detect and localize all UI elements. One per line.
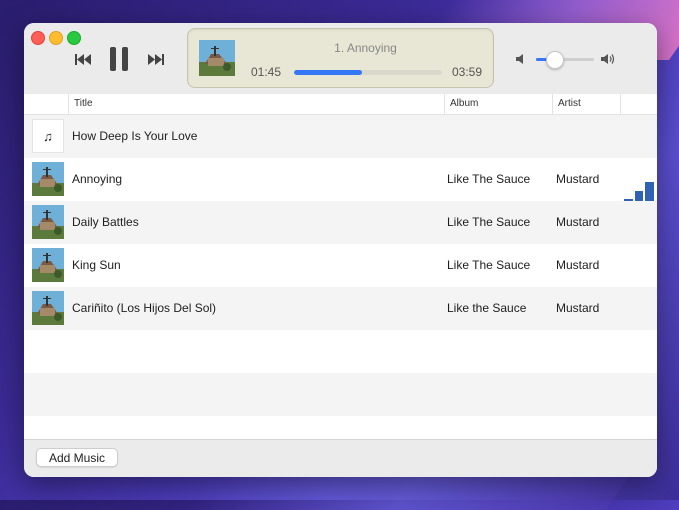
track-title: Daily Battles (72, 215, 139, 229)
track-artist (556, 115, 620, 158)
now-playing-display: 1. Annoying 01:45 03:59 (187, 28, 494, 88)
zoom-window-button[interactable] (67, 31, 81, 45)
album-art (32, 248, 64, 282)
track-artist: Mustard (556, 172, 600, 186)
player-window: 1. Annoying 01:45 03:59 Title Album Arti… (24, 23, 657, 477)
progress-fill (294, 70, 363, 75)
now-playing-bars-icon (624, 182, 654, 201)
track-album: Like The Sauce (447, 258, 531, 272)
volume-low-icon (516, 54, 523, 64)
volume-slider[interactable] (536, 51, 594, 69)
track-album: Like The Sauce (447, 172, 531, 186)
column-header-album[interactable]: Album (444, 94, 552, 114)
close-window-button[interactable] (31, 31, 45, 45)
album-art (32, 205, 64, 239)
volume-high-icon (601, 54, 615, 64)
volume-knob[interactable] (545, 51, 564, 69)
track-artist: Mustard (556, 215, 600, 229)
column-header-extra (620, 94, 657, 114)
now-playing-title: 1. Annoying (334, 41, 397, 55)
track-artist: Mustard (556, 301, 600, 315)
previous-track-button[interactable] (72, 45, 94, 73)
album-art (32, 291, 64, 325)
column-header-artist[interactable]: Artist (552, 94, 620, 114)
toolbar: 1. Annoying 01:45 03:59 (24, 23, 657, 95)
footer-bar: Add Music (24, 439, 657, 477)
pause-button[interactable] (106, 45, 132, 73)
column-header-title[interactable]: Title (68, 94, 444, 114)
track-title: Annoying (72, 172, 123, 186)
track-row[interactable]: Daily Battles Like The Sauce Mustard (24, 201, 657, 244)
music-note-icon: ♫ (32, 119, 64, 153)
track-title: How Deep Is Your Love (72, 129, 198, 143)
progress-bar[interactable] (294, 70, 442, 75)
pause-icon (110, 47, 128, 71)
track-album: Like The Sauce (447, 215, 531, 229)
track-album: Like the Sauce (447, 301, 527, 315)
total-time: 03:59 (451, 65, 482, 79)
track-row[interactable]: King Sun Like The Sauce Mustard (24, 244, 657, 287)
next-track-button[interactable] (145, 45, 167, 73)
track-row[interactable]: Cariñito (Los Hijos Del Sol) Like the Sa… (24, 287, 657, 330)
track-list-header: Title Album Artist (24, 94, 657, 115)
track-row-playing[interactable]: Annoying Like The Sauce Mustard (24, 158, 657, 201)
empty-row (24, 373, 657, 416)
track-album (447, 115, 551, 158)
empty-row (24, 330, 657, 373)
now-playing-artwork (199, 40, 235, 76)
track-title: King Sun (72, 258, 121, 272)
minimize-window-button[interactable] (49, 31, 63, 45)
elapsed-time: 01:45 (251, 65, 282, 79)
track-title: Cariñito (Los Hijos Del Sol) (72, 301, 217, 315)
track-artist: Mustard (556, 258, 600, 272)
track-row[interactable]: ♫ How Deep Is Your Love (24, 115, 657, 158)
previous-icon (75, 53, 91, 65)
add-music-button[interactable]: Add Music (36, 448, 118, 467)
next-icon (148, 53, 164, 65)
album-art (32, 162, 64, 196)
